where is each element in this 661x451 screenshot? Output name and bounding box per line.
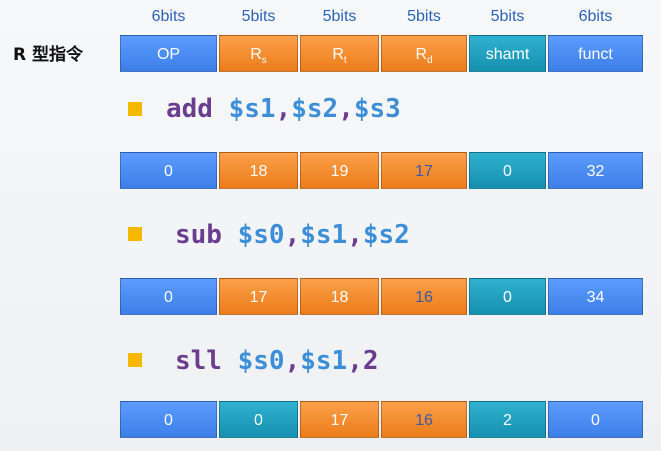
encoding-op: 0 [120, 278, 217, 315]
comma: , [347, 346, 363, 376]
encoding-rd: 16 [381, 401, 467, 438]
instruction-add: add $s1,$s2,$s3 [166, 93, 401, 125]
format-label: R 型指令 [13, 45, 84, 65]
encoding-shamt: 0 [469, 152, 546, 189]
comma: , [284, 346, 301, 376]
bits-label-rs: 5bits [241, 8, 276, 25]
bullet-icon [128, 227, 142, 241]
operand-2: $s2 [291, 94, 339, 124]
encoding-funct: 34 [548, 278, 643, 315]
operand-3: $s3 [353, 94, 401, 124]
field-shamt: shamt [469, 35, 546, 72]
operand-3: 2 [362, 346, 379, 376]
field-rs: Rs [219, 35, 298, 72]
comma: , [338, 94, 354, 124]
field-op: OP [120, 35, 217, 72]
operand-1: $s1 [228, 94, 276, 124]
opcode: sub [175, 220, 222, 250]
comma: , [275, 94, 292, 124]
encoding-op: 0 [120, 401, 217, 438]
field-rd: Rd [381, 35, 467, 72]
bits-label-shamt: 5bits [490, 8, 525, 25]
field-funct-text: funct [578, 46, 613, 63]
field-rd-sub: d [427, 55, 433, 67]
operand-1: $s0 [237, 346, 285, 376]
encoding-rs: 0 [219, 401, 298, 438]
encoding-rd: 17 [381, 152, 467, 189]
encoding-op: 0 [120, 152, 217, 189]
operand-3: $s2 [362, 220, 410, 250]
instruction-sll: sll $s0,$s1,2 [175, 345, 379, 377]
encoding-funct: 32 [548, 152, 643, 189]
encoding-shamt: 0 [469, 278, 546, 315]
bits-label-op: 6bits [151, 8, 186, 25]
field-rt-text: R [332, 46, 344, 63]
operand-2: $s1 [300, 220, 348, 250]
field-op-text: OP [156, 46, 181, 63]
bullet-icon [128, 102, 142, 116]
field-rs-sub: s [261, 55, 267, 67]
field-rt-sub: t [343, 55, 347, 67]
field-rs-text: R [250, 46, 262, 63]
encoding-rt: 19 [300, 152, 379, 189]
opcode: add [166, 94, 213, 124]
instruction-sub: sub $s0,$s1,$s2 [175, 219, 410, 251]
field-funct: funct [548, 35, 643, 72]
opcode: sll [175, 346, 222, 376]
bullet-icon [128, 353, 142, 367]
encoding-rd: 16 [381, 278, 467, 315]
bits-label-rd: 5bits [407, 8, 441, 25]
encoding-rt: 18 [300, 278, 379, 315]
field-shamt-text: shamt [485, 46, 530, 63]
encoding-funct: 0 [548, 401, 643, 438]
operand-2: $s1 [300, 346, 348, 376]
comma: , [284, 220, 301, 250]
operand-1: $s0 [237, 220, 285, 250]
bits-label-rt: 5bits [322, 8, 357, 25]
bits-label-funct: 6bits [578, 8, 613, 25]
encoding-rt: 17 [300, 401, 379, 438]
field-rt: Rt [300, 35, 379, 72]
encoding-rs: 17 [219, 278, 298, 315]
field-rd-text: R [415, 46, 427, 63]
encoding-rs: 18 [219, 152, 298, 189]
encoding-shamt: 2 [469, 401, 546, 438]
comma: , [347, 220, 363, 250]
